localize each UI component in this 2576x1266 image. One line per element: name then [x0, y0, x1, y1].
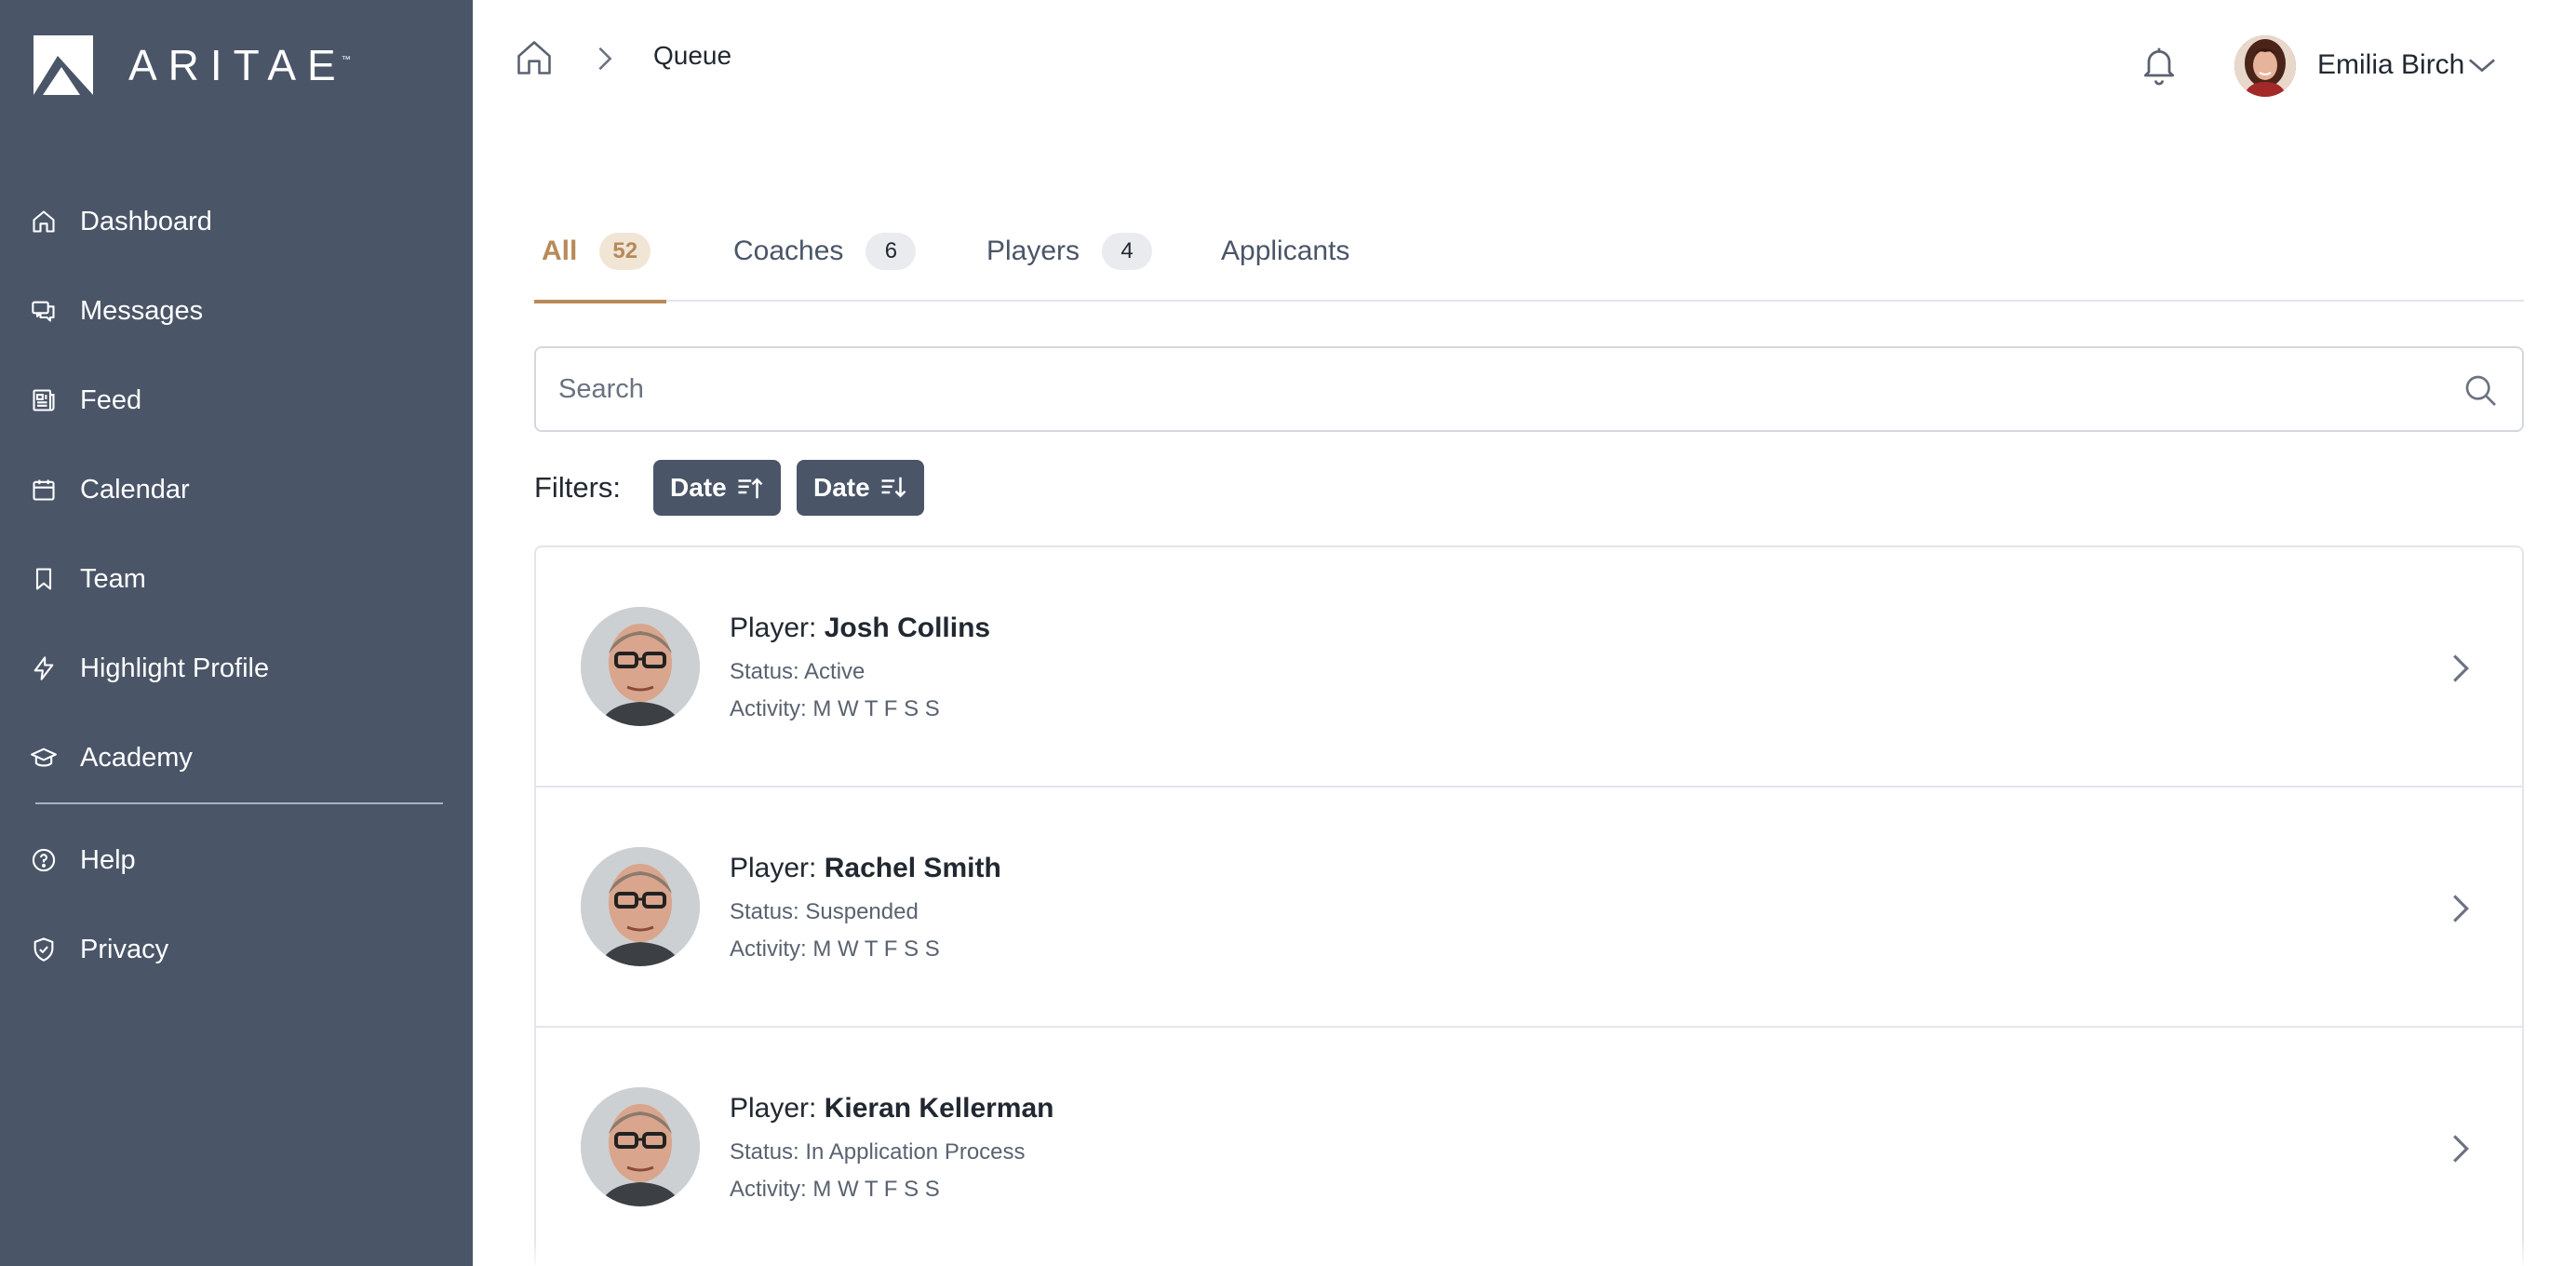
sidebar-item-help[interactable]: Help [0, 815, 473, 905]
bookmark-icon [30, 565, 58, 593]
brand-trademark: ™ [341, 54, 351, 65]
tab-count-badge: 52 [599, 233, 651, 270]
filter-chip-label: Date [670, 473, 727, 502]
chevron-right-icon [596, 45, 614, 73]
tab-count-badge: 6 [865, 233, 917, 270]
breadcrumb-current: Queue [653, 41, 732, 70]
row-status: Status: Active [730, 659, 865, 684]
brand-name: ARITAE [128, 41, 347, 89]
row-title: Player: Josh Collins [730, 613, 990, 644]
active-tab-indicator [534, 300, 666, 303]
tab-all[interactable]: All 52 [534, 220, 666, 303]
queue-row[interactable]: Player: Rachel Smith Status: Suspended A… [536, 788, 2522, 1028]
filters-label: Filters: [534, 471, 621, 504]
row-role: Player: [730, 1093, 817, 1124]
search-input[interactable] [558, 348, 2420, 430]
sidebar-item-messages[interactable]: Messages [0, 266, 473, 356]
sidebar-item-label: Highlight Profile [80, 653, 270, 683]
row-player-name: Kieran Kellerman [824, 1093, 1054, 1124]
row-player-name: Rachel Smith [824, 853, 1001, 883]
sidebar-item-team[interactable]: Team [0, 534, 473, 624]
brand-logo[interactable]: ARITAE ™ [34, 35, 351, 95]
search-icon[interactable] [2462, 372, 2500, 410]
sidebar-nav: Dashboard Messages Feed Calendar Team Hi… [0, 177, 473, 802]
graduation-cap-icon [30, 744, 58, 772]
calendar-icon [30, 476, 58, 504]
tab-count-badge: 4 [1102, 233, 1153, 270]
row-role: Player: [730, 613, 817, 643]
notification-bell-icon[interactable] [2139, 43, 2180, 88]
row-activity: Activity: M W T F S S [730, 696, 940, 721]
queue-row[interactable]: Player: Josh Collins Status: Active Acti… [536, 547, 2522, 788]
filter-chip-label: Date [813, 473, 870, 502]
home-icon [30, 208, 58, 236]
tab-label: Coaches [733, 236, 844, 266]
sidebar-item-feed[interactable]: Feed [0, 356, 473, 445]
user-name[interactable]: Emilia Birch [2317, 49, 2464, 81]
sidebar-item-dashboard[interactable]: Dashboard [0, 177, 473, 266]
player-avatar [581, 847, 700, 966]
filter-date-ascending-button[interactable]: Date [653, 460, 781, 516]
sidebar-item-label: Messages [80, 295, 204, 326]
queue-tabs: All 52 Coaches 6 Players 4 Applicants [534, 220, 2524, 303]
player-avatar [581, 1087, 700, 1206]
sidebar-item-label: Team [80, 563, 146, 594]
row-status: Status: In Application Process [730, 1139, 1026, 1165]
sidebar-item-calendar[interactable]: Calendar [0, 445, 473, 534]
shield-icon [30, 936, 58, 963]
breadcrumb-home-icon[interactable] [514, 37, 555, 78]
sidebar-item-privacy[interactable]: Privacy [0, 905, 473, 994]
row-status: Status: Suspended [730, 899, 919, 924]
lightning-icon [30, 654, 58, 682]
row-player-name: Josh Collins [824, 613, 991, 643]
sidebar-item-highlight-profile[interactable]: Highlight Profile [0, 624, 473, 713]
queue-row[interactable]: Player: Kieran Kellerman Status: In Appl… [536, 1028, 2522, 1266]
sidebar-item-label: Academy [80, 742, 193, 773]
sidebar-divider [35, 802, 443, 804]
messages-icon [30, 297, 58, 325]
filter-date-descending-button[interactable]: Date [797, 460, 924, 516]
logo-mark-icon [34, 35, 93, 95]
row-role: Player: [730, 853, 817, 883]
sort-descending-icon [879, 474, 907, 502]
chevron-down-icon[interactable] [2468, 54, 2496, 76]
sidebar-item-label: Help [80, 844, 136, 875]
row-activity: Activity: M W T F S S [730, 1177, 940, 1202]
chevron-right-icon [2449, 652, 2472, 685]
top-header: Queue Emilia Birch [473, 0, 2576, 121]
sidebar: ARITAE ™ Dashboard Messages Feed Calendar [0, 0, 473, 1266]
sidebar-secondary-nav: Help Privacy [0, 815, 473, 994]
user-avatar[interactable] [2234, 35, 2296, 97]
help-icon [30, 846, 58, 874]
tab-label: All [542, 236, 578, 266]
feed-icon [30, 386, 58, 414]
tab-players[interactable]: Players 4 [986, 220, 1153, 302]
sidebar-item-label: Calendar [80, 474, 190, 505]
tab-label: Players [986, 236, 1080, 266]
sort-ascending-icon [736, 474, 764, 502]
tab-applicants[interactable]: Applicants [1221, 220, 1349, 302]
tab-coaches[interactable]: Coaches 6 [733, 220, 917, 302]
player-avatar [581, 607, 700, 726]
sidebar-item-label: Privacy [80, 934, 169, 964]
sidebar-item-academy[interactable]: Academy [0, 713, 473, 802]
row-activity: Activity: M W T F S S [730, 936, 940, 962]
sidebar-item-label: Dashboard [80, 206, 212, 236]
chevron-right-icon [2449, 1132, 2472, 1165]
queue-list: Player: Josh Collins Status: Active Acti… [534, 545, 2524, 1266]
tab-label: Applicants [1221, 236, 1350, 266]
row-title: Player: Rachel Smith [730, 853, 1001, 884]
search-box [534, 346, 2524, 432]
row-title: Player: Kieran Kellerman [730, 1093, 1054, 1125]
chevron-right-icon [2449, 892, 2472, 925]
sidebar-item-label: Feed [80, 384, 142, 415]
